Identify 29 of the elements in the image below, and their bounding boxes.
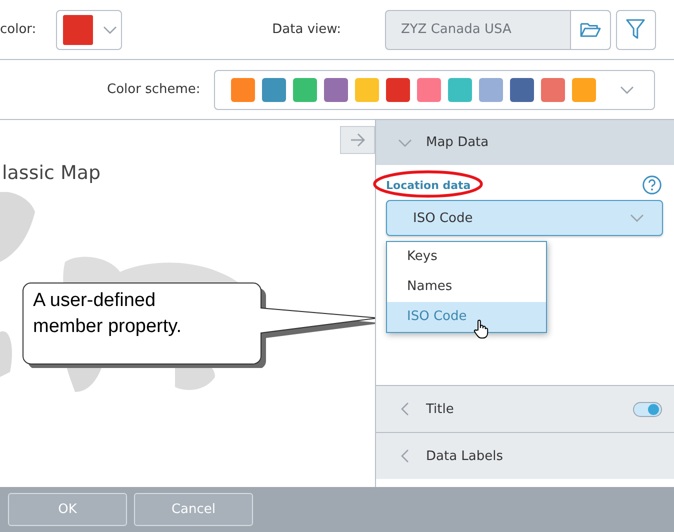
color-scheme-dropdown[interactable] — [214, 70, 656, 110]
folder-button[interactable] — [570, 10, 610, 48]
location-data-label: Location data — [386, 178, 471, 192]
arrow-right-icon — [350, 133, 366, 147]
map-title: lassic Map — [2, 162, 102, 184]
section-header[interactable]: Data Labels — [376, 432, 674, 479]
collapse-panel-button[interactable] — [340, 126, 375, 154]
section-title: Map Data — [426, 135, 489, 150]
section-header[interactable]: Map Data — [376, 120, 674, 165]
chevron-down-icon — [620, 86, 634, 94]
menu-option[interactable]: Names — [387, 272, 546, 302]
location-dropdown[interactable]: ISO Code — [386, 200, 663, 236]
data-view-label: Data view: — [272, 22, 341, 37]
chevron-down-icon — [630, 214, 644, 222]
color-label: color: — [0, 22, 36, 37]
toggle-switch[interactable] — [633, 402, 662, 417]
section-header[interactable]: Title — [376, 385, 674, 432]
filter-button[interactable] — [616, 10, 656, 50]
data-view-field[interactable]: ZYZ Canada USA — [384, 10, 611, 50]
menu-option[interactable]: Keys — [387, 242, 546, 272]
help-icon[interactable] — [642, 175, 662, 195]
section-title: Data Labels — [426, 448, 504, 464]
color-picker[interactable] — [56, 10, 122, 50]
callout-text: A user-defined member property. — [33, 289, 183, 339]
folder-icon — [580, 21, 601, 38]
filter-icon — [626, 19, 646, 40]
section-title: Title — [426, 402, 454, 416]
chevron-down-icon — [103, 26, 118, 34]
color-scheme-label: Color scheme: — [107, 82, 200, 97]
